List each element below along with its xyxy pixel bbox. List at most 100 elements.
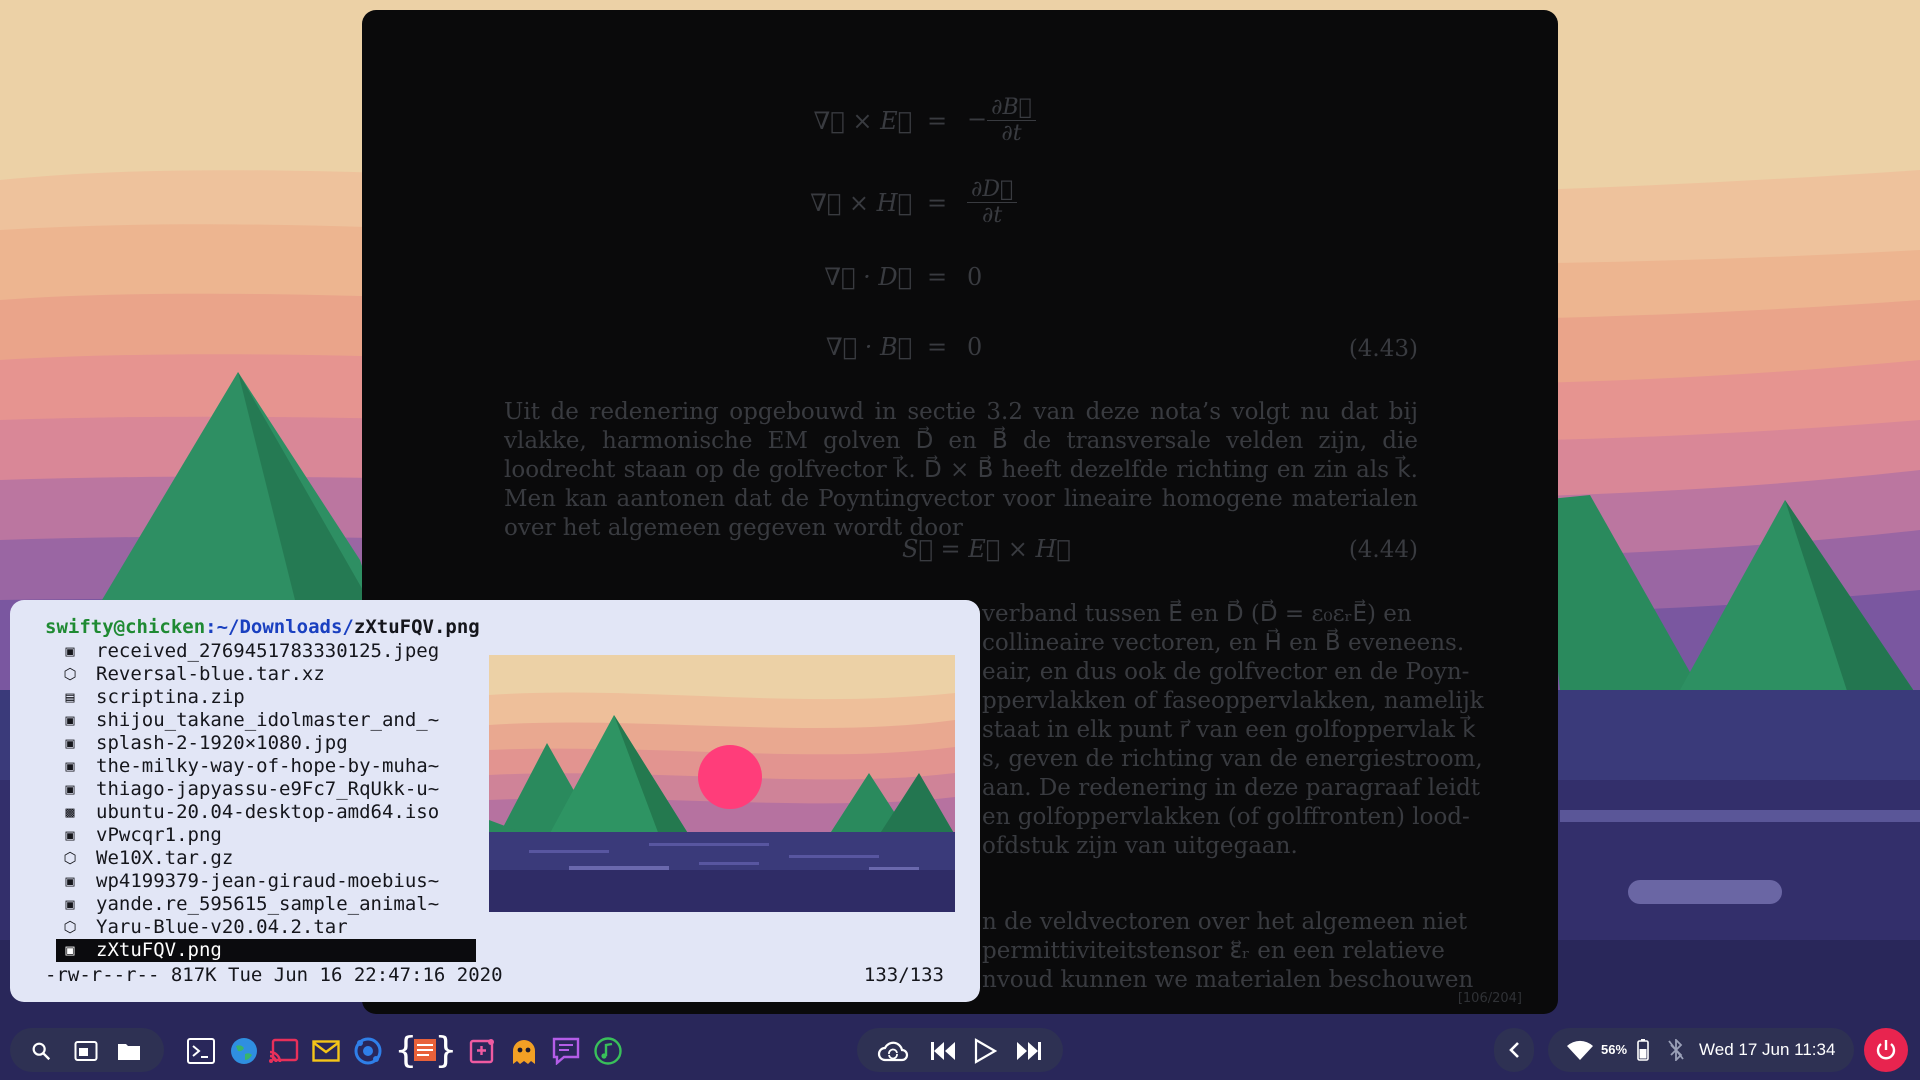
equation-operator: =	[926, 107, 948, 135]
clock[interactable]: Wed 17 Jun 11:34	[1699, 1040, 1835, 1060]
mail-icon[interactable]	[310, 1035, 342, 1067]
fraction-denominator: ∂t	[982, 203, 1003, 228]
code-editor-icon[interactable]: {}	[394, 1030, 456, 1070]
package-icon: ⬡	[63, 665, 77, 683]
text-line: collineaire vectoren, en H⃗ en B⃗ evenee…	[982, 630, 1465, 656]
partial-paragraph: n de veldvectoren over het algemeen niet…	[982, 908, 1474, 995]
package-icon: ⬡	[63, 918, 77, 936]
file-name: shijou_takane_idolmaster_and_~	[96, 709, 440, 731]
screenshot-icon[interactable]	[466, 1035, 498, 1067]
equation-operator: =	[926, 333, 948, 361]
music-icon[interactable]	[592, 1035, 624, 1067]
file-name: thiago-japyassu-e9Fc7_RqUkk-u~	[96, 778, 440, 800]
text-line: eair, en dus ook de golfvector en de Poy…	[982, 659, 1470, 685]
image-icon: ▣	[65, 895, 75, 913]
terminal-prompt: swifty@chicken:~/Downloads/zXtuFQV.png	[45, 616, 480, 638]
equation-number: (4.43)	[1348, 336, 1418, 362]
equation-row: S⃗ = E⃗ × H⃗	[902, 535, 1071, 563]
browser-icon[interactable]	[228, 1035, 260, 1067]
package-icon: ⬡	[63, 849, 77, 867]
zip-icon: ▤	[65, 688, 75, 706]
chevron-left-icon[interactable]	[1500, 1038, 1528, 1062]
folder-icon[interactable]	[115, 1038, 143, 1064]
image-preview	[489, 655, 955, 912]
file-item[interactable]: ▩ ubuntu-20.04-desktop-amd64.iso	[56, 801, 476, 824]
file-item[interactable]: ▣ vPwcqr1.png	[56, 824, 476, 847]
file-item[interactable]: ⬡ Reversal-blue.tar.xz	[56, 663, 476, 686]
disk-icon: ▩	[65, 803, 75, 821]
equation-row: ∇⃗ · B⃗ = 0	[792, 333, 1558, 373]
next-track-icon[interactable]	[1014, 1036, 1044, 1066]
sync-icon[interactable]	[352, 1035, 384, 1067]
previous-track-icon[interactable]	[928, 1036, 958, 1066]
equation-row: ∇⃗ × E⃗ = − ∂B⃗ ∂t	[792, 95, 1122, 155]
play-icon[interactable]	[970, 1036, 1000, 1066]
equation-row: ∇⃗ × H⃗ = ∂D⃗ ∂t	[792, 177, 1122, 237]
equation-rhs: 0	[967, 333, 983, 361]
file-item[interactable]: ⬡ We10X.tar.gz	[56, 847, 476, 870]
partial-paragraph: verband tussen E⃗ en D⃗ (D⃗ = ε₀εᵣE⃗) en…	[982, 600, 1484, 861]
file-item[interactable]: ▣ the-milky-way-of-hope-by-muha~	[56, 755, 476, 778]
file-name: the-milky-way-of-hope-by-muha~	[96, 755, 440, 777]
power-button[interactable]	[1864, 1028, 1908, 1072]
ghost-icon[interactable]	[508, 1035, 540, 1067]
file-name: ubuntu-20.04-desktop-amd64.iso	[96, 801, 440, 823]
file-item[interactable]: ▣ received_2769451783330125.jpeg	[56, 640, 476, 663]
file-name: scriptina.zip	[96, 686, 245, 708]
file-name: Reversal-blue.tar.xz	[96, 663, 325, 685]
file-item[interactable]: ⬡ Yaru-Blue-v20.04.2.tar	[56, 916, 476, 939]
file-item[interactable]: ▣ splash-2-1920×1080.jpg	[56, 732, 476, 755]
text-line: ppervlakken of faseoppervlakken, namelij…	[982, 688, 1484, 714]
wifi-icon[interactable]	[1565, 1038, 1595, 1062]
battery-percentage: 56%	[1601, 1042, 1628, 1057]
power-icon	[1876, 1040, 1896, 1060]
prompt-path: :~/Downloads/	[205, 616, 354, 638]
file-list[interactable]: ▣ received_2769451783330125.jpeg ⬡ Reversa…	[56, 640, 476, 962]
file-counter: 133/133	[863, 964, 944, 986]
bluetooth-off-icon[interactable]	[1664, 1038, 1688, 1062]
equation-rhs: 0	[967, 263, 983, 291]
terminal-icon[interactable]	[186, 1036, 216, 1066]
chat-icon[interactable]	[550, 1035, 582, 1067]
equation-lhs: ∇⃗ · B⃗	[825, 333, 912, 361]
text-line: aan. De redenering in deze paragraaf lei…	[982, 775, 1481, 801]
search-icon[interactable]	[28, 1038, 54, 1064]
terminal-file-manager[interactable]: swifty@chicken:~/Downloads/zXtuFQV.png ▣…	[10, 600, 980, 1002]
file-name: Yaru-Blue-v20.04.2.tar	[96, 916, 348, 938]
cloud-sync-icon[interactable]	[876, 1036, 910, 1066]
image-icon: ▣	[65, 872, 75, 890]
text-line: permittiviteitstensor ε⃡ᵣ en een relatie…	[982, 938, 1445, 964]
equation-row: ∇⃗ · D⃗ = 0	[792, 263, 1122, 303]
fraction-denominator: ∂t	[1001, 121, 1022, 146]
battery-icon	[1636, 1038, 1650, 1062]
text-line: nvoud kunnen we materialen beschouwen	[982, 967, 1474, 993]
file-name: We10X.tar.gz	[96, 847, 234, 869]
equation-rhs: − ∂B⃗ ∂t	[967, 95, 1036, 146]
file-name: received_2769451783330125.jpeg	[96, 640, 440, 662]
file-name: zXtuFQV.png	[96, 939, 222, 961]
file-item[interactable]: ▣ thiago-japyassu-e9Fc7_RqUkk-u~	[56, 778, 476, 801]
image-icon: ▣	[65, 826, 75, 844]
page-indicator: [106/204]	[1457, 991, 1522, 1006]
cast-icon[interactable]	[268, 1035, 300, 1067]
equation-lhs: ∇⃗ × E⃗	[813, 107, 912, 135]
file-item[interactable]: ▣ shijou_takane_idolmaster_and_~	[56, 709, 476, 732]
image-icon: ▣	[65, 734, 75, 752]
prompt-file: zXtuFQV.png	[353, 616, 480, 638]
window-overview-icon[interactable]	[73, 1038, 99, 1064]
fraction: ∂D⃗ ∂t	[967, 177, 1018, 228]
file-item[interactable]: ▣ wp4199379-jean-giraud-moebius~	[56, 870, 476, 893]
equation-operator: =	[926, 189, 948, 217]
file-item-selected[interactable]: ▣ zXtuFQV.png	[56, 939, 476, 962]
text-line: ofdstuk zijn van uitgegaan.	[982, 833, 1298, 859]
equation: S⃗ = E⃗ × H⃗	[902, 535, 1071, 563]
file-item[interactable]: ▣ yande.re_595615_sample_animal~	[56, 893, 476, 916]
text-line: staat in elk punt r⃗ van een golfoppervl…	[982, 717, 1476, 743]
file-item[interactable]: ▤ scriptina.zip	[56, 686, 476, 709]
prompt-user: swifty@chicken	[45, 616, 206, 638]
equation-rhs: ∂D⃗ ∂t	[967, 177, 1018, 228]
equation-operator: =	[926, 263, 948, 291]
text-line: n de veldvectoren over het algemeen niet	[982, 909, 1468, 935]
image-icon: ▣	[65, 711, 75, 729]
equation-lhs: ∇⃗ × H⃗	[810, 189, 912, 217]
